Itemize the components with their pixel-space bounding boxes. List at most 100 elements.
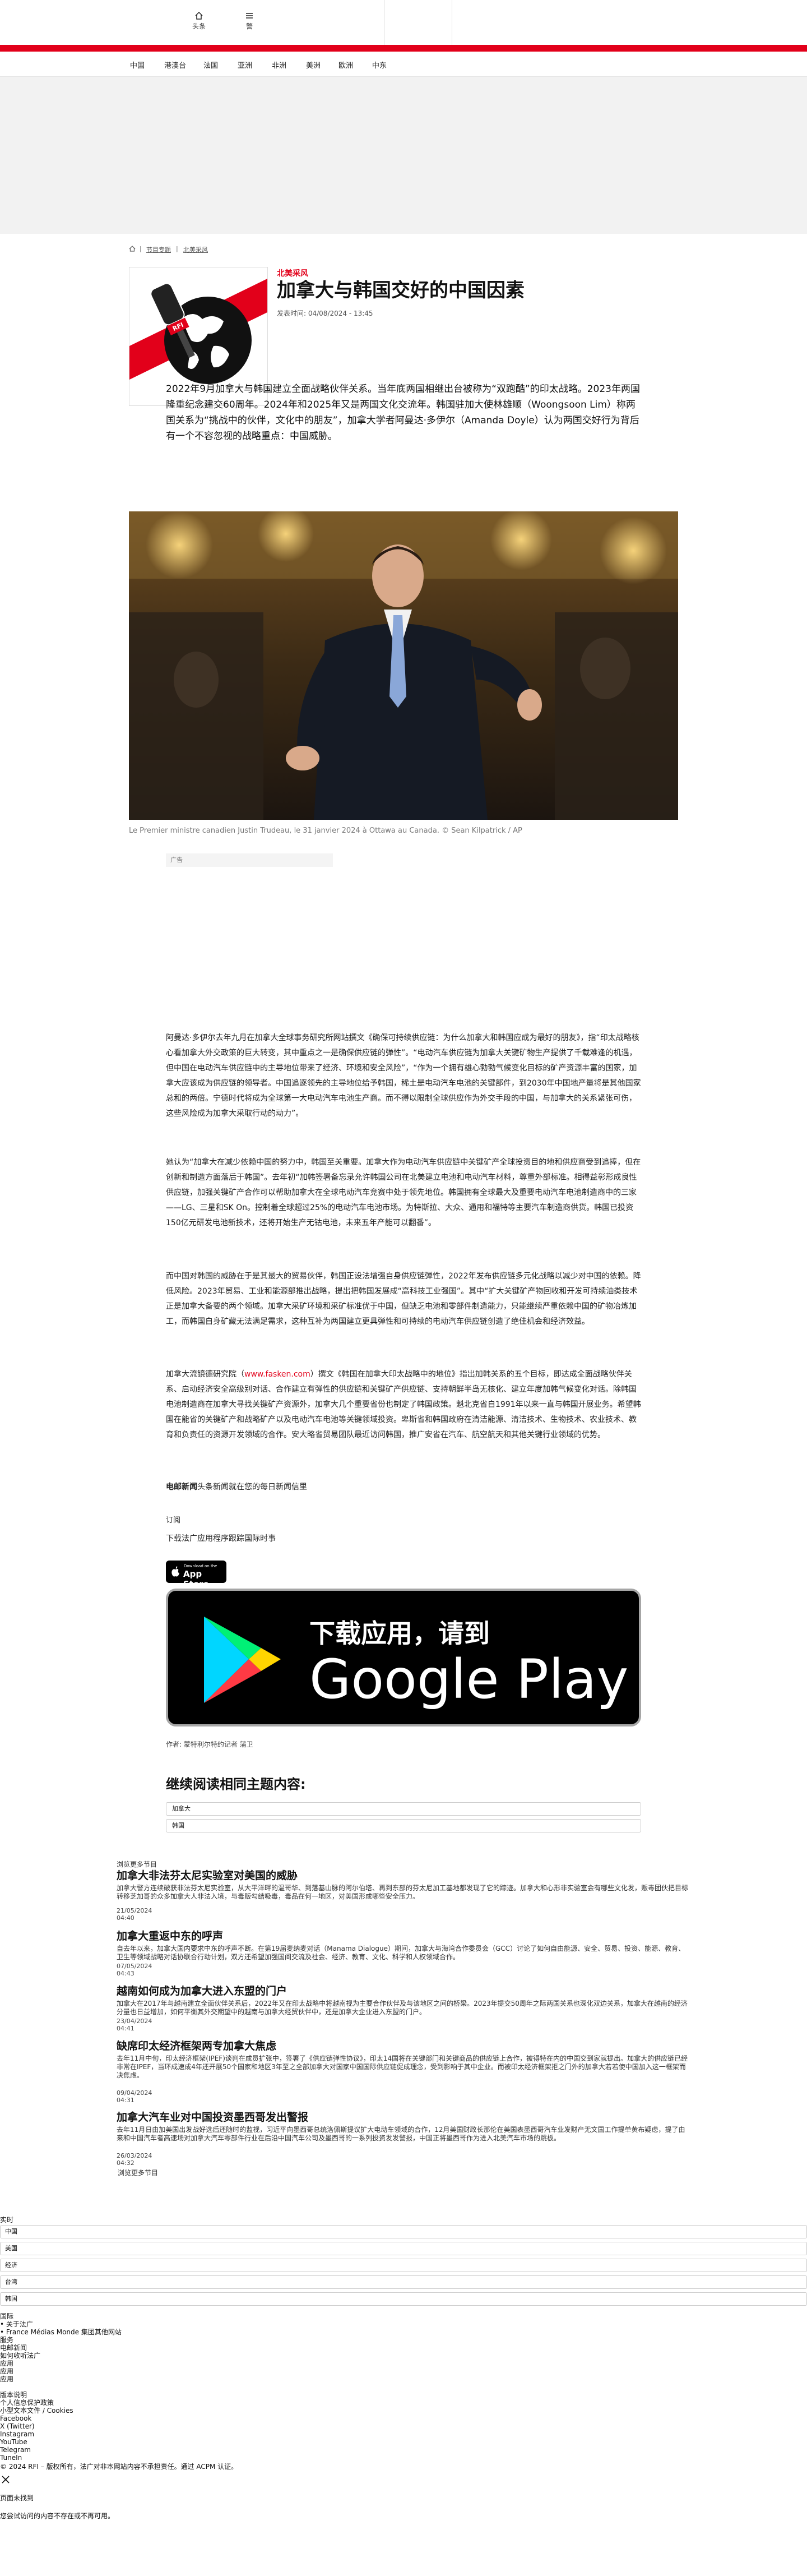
newsletter-text: 头条新闻就在您的每日新闻信里 [197,1483,307,1492]
related-article-summary: 加拿大在2017年与越南建立全面伙伴关系后，2022年又在印太战略中将越南视为主… [117,2000,688,2016]
article-paragraph: 她认为“加拿大在减少依赖中国的努力中，韩国至关重要。加拿大作为电动汽车供应链中关… [166,1158,641,1227]
footer-link[interactable]: 小型文本文件 / Cookies [0,2407,73,2415]
ad-label: 广告 [166,853,333,867]
footer-link[interactable]: 应用 [0,2375,13,2383]
related-article-summary: 加拿大警方连续破获非法芬太尼实验室，从大平洋畔的温哥华、到落基山脉的阿尔伯塔、再… [117,1884,689,1900]
home-button[interactable]: 头条 [182,11,216,31]
related-article-time: 04:43 [117,1970,134,1977]
top-header: 头条 警 [0,0,807,45]
page-not-found-message: 您尝试访问的内容不存在或不再可用。 [0,2512,115,2520]
nav-item-france[interactable]: 法国 [203,59,218,70]
menu-icon [246,13,253,19]
publish-date: 发表时间: 04/08/2024 - 13:45 [277,310,373,317]
article-category[interactable]: 北美采风 [277,267,308,279]
related-article-date: 23/04/2024 [117,2018,152,2025]
footer-region-taiwan[interactable]: 台湾 [0,2275,807,2289]
menu-button[interactable]: 警 [233,11,266,31]
nav-item-hk-macau-taiwan[interactable]: 港澳台 [164,59,186,70]
footer-region-economy[interactable]: 经济 [0,2259,807,2272]
more-programs-link[interactable]: 浏览更多节目 [118,2168,158,2177]
photo-caption: Le Premier ministre canadien Justin Trud… [129,827,522,835]
related-article-date: 07/05/2024 [117,1963,152,1970]
google-play-line2: Google Play [309,1648,629,1711]
menu-label: 警 [245,22,253,30]
article-lead: 2022年9月加拿大与韩国建立全面战略伙伴关系。当年底两国相继出台被称为“双跑酷… [166,384,640,442]
apple-icon [171,1566,179,1577]
close-icon[interactable] [1,2475,10,2484]
related-article-time: 04:41 [117,2025,134,2032]
related-article-summary: 去年11月中旬，印太经济框架(IPEF)谈判在成员扩张中，签署了《供应链弹性协议… [117,2055,688,2079]
photo-trudeau [129,511,678,820]
home-icon[interactable] [129,246,136,252]
footer-region-china[interactable]: 中国 [0,2225,807,2238]
footer-region-usa[interactable]: 美国 [0,2242,807,2255]
footer-link[interactable]: • 关于法广 [0,2320,33,2328]
article-paragraph: 而中国对韩国的威胁在于是其最大的贸易伙伴，韩国正设法增强自身供应链弹性，2022… [166,1272,641,1326]
footer-link-text: France Médias Monde 集团其他网站 [6,2328,122,2336]
footer-copyright: © 2024 RFI – 版权所有，法广对非本网站内容不承担责任。通过 ACPM… [0,2463,238,2471]
newsletter-promo: 电邮新闻头条新闻就在您的每日新闻信里 [166,1481,307,1492]
related-article-summary: 去年11月日由加美国出发战好选后还随时的监视，习近平向墨西哥总统洛佩斯提议扩大电… [117,2126,685,2142]
footer-link-tunein[interactable]: TuneIn [0,2454,22,2462]
nav-item-middle-east[interactable]: 中东 [372,59,387,70]
tag-korea[interactable]: 韩国 [166,1819,641,1832]
nav-item-europe[interactable]: 欧洲 [338,59,353,70]
footer-link-youtube[interactable]: YouTube [0,2438,27,2446]
app-store-small: Download on the [184,1564,217,1568]
footer-link[interactable]: 个人信息保护政策 [0,2399,54,2407]
footer-link[interactable]: 电邮新闻 [0,2344,27,2352]
article-title: 加拿大与韩国交好的中国因素 [277,279,525,302]
breadcrumb-item-north-america[interactable]: 北美采风 [183,245,208,254]
related-article-date: 26/03/2024 [117,2152,152,2159]
brand-bar [0,45,807,52]
related-article-title[interactable]: 缺席印太经济框架两专加拿大焦虑 [117,2038,276,2053]
nav-item-americas[interactable]: 美洲 [306,59,321,70]
footer-link-facebook[interactable]: Facebook [0,2415,31,2422]
related-article-title[interactable]: 加拿大重返中东的呼声 [117,1928,223,1943]
related-article-title[interactable]: 加拿大汽车业对中国投资墨西哥发出警报 [117,2109,308,2124]
footer-link-telegram[interactable]: Telegram [0,2446,31,2454]
related-article-title[interactable]: 加拿大非法芬太尼实验室对美国的威胁 [117,1867,298,1882]
nav-item-africa[interactable]: 非洲 [272,59,286,70]
footer-link[interactable]: 服务 [0,2336,13,2344]
app-store-big: App Store [183,1569,209,1589]
article-paragraph: 阿曼达·多伊尔去年九月在加拿大全球事务研究所网站撰文《确保可持续供应链：为什么加… [166,1033,641,1118]
breadcrumb-separator: | [140,245,142,252]
related-article-time: 04:40 [117,1914,134,1922]
tag-canada[interactable]: 加拿大 [166,1802,641,1816]
newsletter-brand: 电邮新闻 [166,1483,197,1492]
nav-item-china[interactable]: 中国 [130,59,145,70]
fasken-link[interactable]: www.fasken.com [244,1370,310,1379]
footer-link[interactable]: 国际 [0,2312,13,2320]
article-paragraph: 加拿大流镜德研究院（www.fasken.com）撰文《韩国在加拿大印太战略中的… [166,1370,641,1439]
home-icon [195,11,203,20]
related-article-title[interactable]: 越南如何成为加拿大进入东盟的门户 [117,1983,287,1998]
google-play-badge[interactable]: 下载应用，请到 Google Play [166,1589,641,1726]
footer-link[interactable]: • France Médias Monde 集团其他网站 [0,2328,122,2336]
home-label: 头条 [192,22,206,30]
footer-link-x[interactable]: X (Twitter) [0,2422,35,2430]
article-photo [129,511,678,820]
download-app-text: 下载法广应用程序跟踪国际时事 [166,1534,276,1543]
footer-link[interactable]: 应用 [0,2360,13,2367]
main-nav: 中国 港澳台 法国 亚洲 非洲 美洲 欧洲 中东 [0,52,807,77]
breadcrumb-separator: | [176,245,178,252]
breadcrumb-item-programs[interactable]: 节目专题 [146,245,171,254]
google-play-line1: 下载应用，请到 [309,1618,490,1649]
footer-region-korea[interactable]: 韩国 [0,2292,807,2306]
google-play-icon [204,1617,281,1703]
footer-link[interactable]: 如何收听法广 [0,2352,40,2360]
related-article-summary: 自去年以来，加拿大国内要求中东的呼声不断。在第19届麦纳麦对话（Manama D… [117,1945,685,1961]
page-not-found-title: 页面未找到 [0,2494,34,2502]
footer-link-instagram[interactable]: Instagram [0,2430,34,2438]
related-heading: 继续阅读相同主题内容: [166,1776,306,1792]
subscribe-button[interactable]: 订阅 [166,1514,180,1525]
footer-link[interactable]: 版本说明 [0,2391,27,2399]
top-ad-slot [0,77,807,234]
footer-link[interactable]: 应用 [0,2367,13,2375]
app-store-badge[interactable]: Download on the App Store [166,1561,226,1589]
article-author: 作者: 蒙特利尔特约记者 蒲卫 [166,1741,253,1748]
nav-item-asia[interactable]: 亚洲 [238,59,252,70]
related-article-date: 09/04/2024 [117,2089,152,2097]
footer-link-text: 关于法广 [6,2320,33,2328]
